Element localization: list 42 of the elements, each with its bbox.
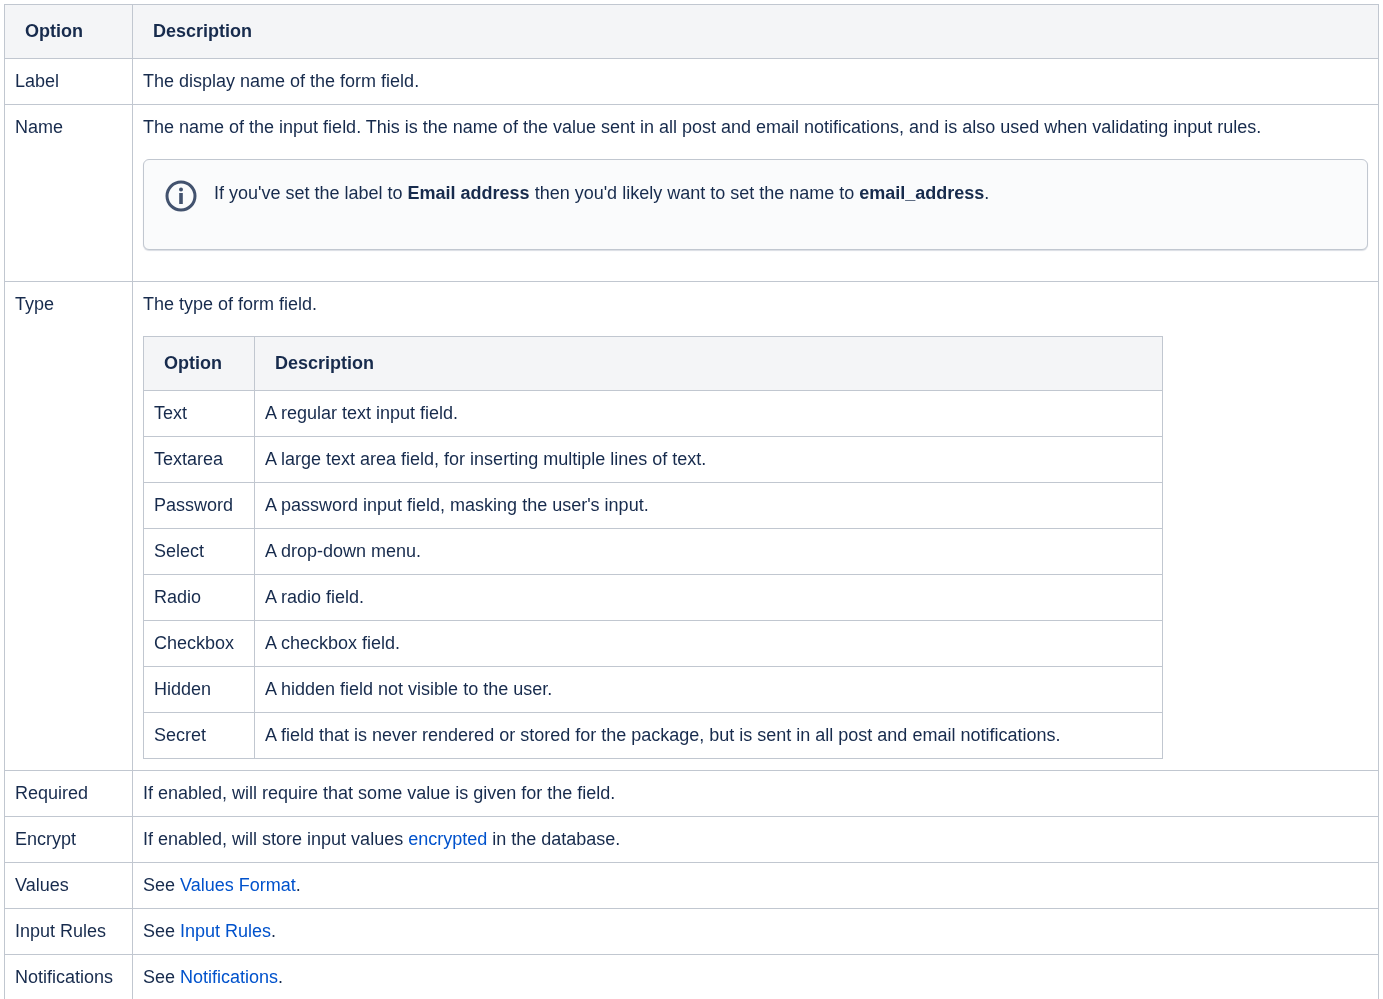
info-icon xyxy=(164,179,198,213)
column-header: Description xyxy=(254,336,1163,391)
table-cell: Type xyxy=(4,281,133,771)
table-cell: Hidden xyxy=(143,666,255,713)
table-cell: Secret xyxy=(143,712,255,759)
description-text: See Notifications. xyxy=(143,966,285,989)
description-text: The display name of the form field. xyxy=(143,70,421,93)
table-cell: A field that is never rendered or stored for the package, but is sent in all post and email notifications. xyxy=(254,712,1163,759)
table-cell: Notifications xyxy=(4,954,133,999)
table-cell: Text xyxy=(143,390,255,437)
table-cell: A regular text input field. xyxy=(254,390,1163,437)
description-text: The type of form field. xyxy=(143,293,319,316)
table-cell: Radio xyxy=(143,574,255,621)
note-text: If you've set the label to Email address then you'd likely want to set the name to email_address. xyxy=(214,182,990,205)
table-cell: Required xyxy=(4,770,133,817)
description-text: See Values Format. xyxy=(143,874,302,897)
table-cell: Textarea xyxy=(143,436,255,483)
column-header: Option xyxy=(143,336,255,391)
table-cell: Checkbox xyxy=(143,620,255,667)
table-cell: Input Rules xyxy=(4,908,133,955)
table-cell: A hidden field not visible to the user. xyxy=(254,666,1163,713)
column-header: Description xyxy=(132,4,1379,59)
column-header: Option xyxy=(4,4,133,59)
link[interactable]: Values Format xyxy=(180,875,296,895)
table-cell: A radio field. xyxy=(254,574,1163,621)
table-cell: Select xyxy=(143,528,255,575)
description-text: If enabled, will store input values encrypted in the database. xyxy=(143,828,622,851)
table-cell: Label xyxy=(4,58,133,105)
table-cell: A drop-down menu. xyxy=(254,528,1163,575)
table-cell: A checkbox field. xyxy=(254,620,1163,667)
description-text: If enabled, will require that some value is given for the field. xyxy=(143,782,617,805)
description-text: The name of the input field. This is the name of the value sent in all post and email notifications, and is also used when validating input rules. xyxy=(143,116,1263,139)
table-cell: A password input field, masking the user's input. xyxy=(254,482,1163,529)
table-cell: Encrypt xyxy=(4,816,133,863)
link[interactable]: encrypted xyxy=(408,829,488,849)
description-text: See Input Rules. xyxy=(143,920,278,943)
table-cell: Password xyxy=(143,482,255,529)
link[interactable]: Input Rules xyxy=(180,921,272,941)
link[interactable]: Notifications xyxy=(180,967,279,987)
table-cell: Values xyxy=(4,862,133,909)
table-cell: A large text area field, for inserting multiple lines of text. xyxy=(254,436,1163,483)
table-cell: Name xyxy=(4,104,133,282)
